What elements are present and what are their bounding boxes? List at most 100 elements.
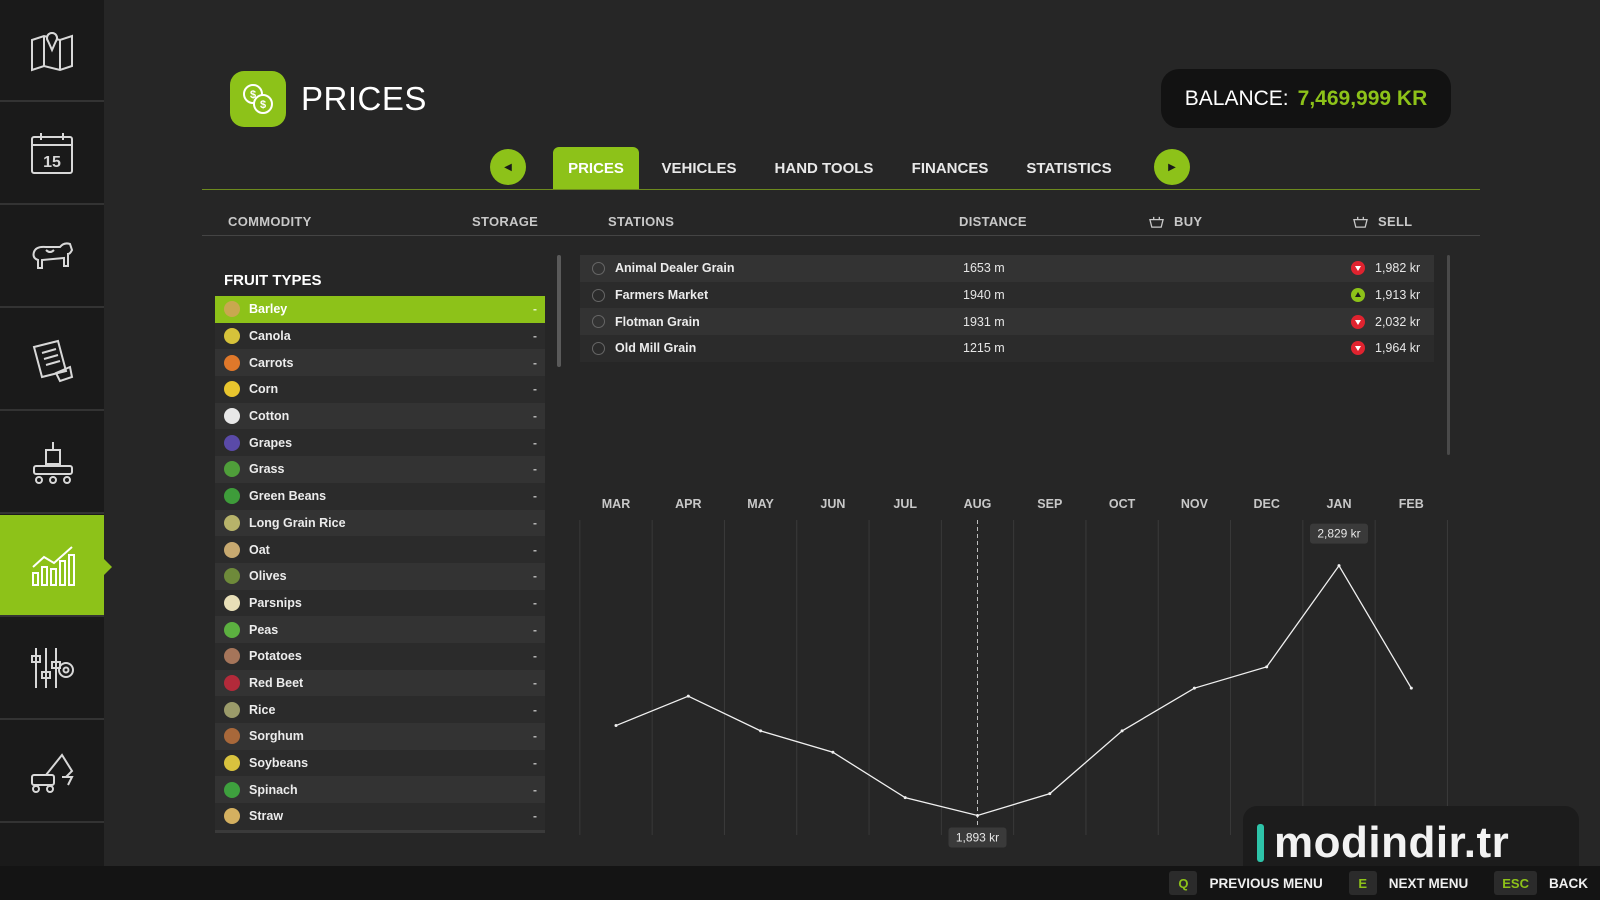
arrow-right-icon: ▶: [1168, 161, 1176, 173]
station-distance: 1931 m: [963, 314, 1005, 329]
sidebar-item-calendar[interactable]: 15: [0, 103, 104, 205]
sidebar-item-settings[interactable]: [0, 618, 104, 720]
location-pin-icon[interactable]: [592, 288, 605, 302]
back-label[interactable]: BACK: [1549, 876, 1588, 891]
station-sell-price: 2,032 kr: [1375, 314, 1421, 329]
fruit-name: Peas: [249, 622, 279, 637]
fruit-icon: [224, 755, 240, 772]
fruit-name: Corn: [249, 382, 279, 397]
next-tab-button[interactable]: ▶: [1154, 149, 1190, 185]
production-icon: [33, 442, 73, 484]
sidebar: 15: [0, 0, 112, 866]
fruit-row[interactable]: Olives -: [215, 562, 545, 590]
fruit-icon: [224, 514, 240, 531]
sidebar-item-animals[interactable]: [0, 206, 104, 308]
station-sell-price: 1,982 kr: [1375, 261, 1421, 276]
back-key[interactable]: ESC: [1494, 871, 1537, 895]
location-pin-icon[interactable]: [592, 341, 605, 355]
fruit-name: Cotton: [249, 409, 290, 424]
station-row[interactable]: Flotman Grain 1931 m 2,032 kr: [580, 308, 1434, 336]
tab-vehicles[interactable]: VEHICLES: [656, 147, 742, 189]
fruit-storage: -: [533, 569, 537, 584]
fruit-name: Sorghum: [249, 729, 304, 744]
fruit-row[interactable]: Oat -: [215, 536, 545, 563]
sidebar-item-construction[interactable]: [0, 721, 104, 823]
fruit-name: Potatoes: [249, 649, 302, 664]
fruit-row[interactable]: Rice -: [215, 696, 545, 723]
fruit-storage: -: [533, 756, 537, 771]
fruit-icon: [224, 808, 240, 825]
tab-finances[interactable]: FINANCES: [905, 147, 995, 189]
sell-label: SELL: [1378, 214, 1413, 229]
fruit-list-scrollbar[interactable]: [557, 255, 561, 367]
price-point: [686, 694, 690, 698]
fruit-icon: [224, 541, 240, 558]
price-history-chart: MAR APR MAY JUN JUL AUG SEP OCT NOV DEC JAN FEB 2,82…: [579, 497, 1448, 848]
column-header-buy: BUY: [1149, 214, 1202, 229]
sidebar-item-contracts[interactable]: [0, 309, 104, 411]
fruit-row[interactable]: Grapes -: [215, 429, 545, 457]
trend-up-icon: [1351, 288, 1365, 303]
fruit-row[interactable]: Cotton -: [215, 402, 545, 430]
fruit-row[interactable]: Soybeans -: [215, 749, 545, 777]
fruit-row[interactable]: Parsnips -: [215, 589, 545, 617]
fruit-row[interactable]: Green Beans -: [215, 482, 545, 510]
fruit-icon: [224, 648, 240, 665]
price-point: [1120, 729, 1124, 733]
previous-tab-button[interactable]: ◀: [490, 149, 526, 185]
fruit-row[interactable]: Canola -: [215, 322, 545, 350]
fruit-storage: -: [533, 595, 537, 610]
fruit-storage: -: [533, 382, 537, 397]
stations-scrollbar[interactable]: [1447, 255, 1450, 455]
fruit-row[interactable]: Straw -: [215, 803, 545, 830]
station-row[interactable]: Old Mill Grain 1215 m 1,964 kr: [580, 335, 1434, 362]
balance-display: BALANCE: 7,469,999 KR: [1161, 69, 1451, 128]
contracts-icon: [32, 339, 74, 383]
tab-hand-tools[interactable]: HAND TOOLS: [766, 147, 882, 189]
sidebar-item-map[interactable]: [0, 0, 104, 102]
station-sell-price: 1,964 kr: [1375, 341, 1421, 356]
previous-menu-key[interactable]: Q: [1169, 871, 1198, 895]
fruit-storage: -: [533, 622, 537, 637]
fruit-row[interactable]: Corn -: [215, 376, 545, 403]
next-menu-key[interactable]: E: [1348, 871, 1377, 895]
column-header-commodity: COMMODITY: [228, 214, 312, 229]
watermark-text: modindir.tr: [1274, 818, 1510, 867]
fruit-row[interactable]: Long Grain Rice -: [215, 509, 545, 537]
fruit-name: Olives: [249, 569, 287, 584]
price-point: [1409, 686, 1413, 690]
location-pin-icon[interactable]: [592, 315, 605, 329]
fruit-row[interactable]: Barley -: [215, 296, 545, 323]
fruit-types-heading: FRUIT TYPES: [224, 272, 322, 289]
station-row[interactable]: Farmers Market 1940 m 1,913 kr: [580, 281, 1434, 309]
tab-statistics[interactable]: STATISTICS: [1020, 147, 1118, 189]
sidebar-item-production[interactable]: [0, 412, 104, 514]
fruit-storage: -: [533, 435, 537, 450]
price-tooltip-label: 2,829 kr: [1317, 527, 1360, 541]
fruit-name: Grass: [249, 462, 285, 477]
watermark-accent: [1257, 824, 1264, 862]
station-row[interactable]: Animal Dealer Grain 1653 m 1,982 kr: [580, 255, 1434, 282]
fruit-row[interactable]: Grass -: [215, 456, 545, 483]
price-point: [1265, 665, 1269, 669]
fruit-row[interactable]: Sorghum -: [215, 723, 545, 750]
station-name: Farmers Market: [615, 288, 709, 303]
fruit-row[interactable]: Potatoes -: [215, 642, 545, 670]
sidebar-item-statistics[interactable]: [0, 515, 112, 617]
fruit-row[interactable]: Peas -: [215, 616, 545, 643]
previous-menu-label[interactable]: PREVIOUS MENU: [1209, 876, 1322, 891]
location-pin-icon[interactable]: [592, 261, 605, 275]
tab-prices[interactable]: PRICES: [553, 147, 639, 189]
fruit-row[interactable]: Carrots -: [215, 349, 545, 377]
fruit-icon: [224, 488, 240, 505]
active-indicator: [104, 559, 112, 575]
fruit-icon: [224, 381, 240, 398]
month-label: DEC: [1253, 497, 1279, 511]
month-label: AUG: [964, 497, 992, 511]
next-menu-label[interactable]: NEXT MENU: [1389, 876, 1469, 891]
fruit-row[interactable]: Red Beet -: [215, 669, 545, 697]
price-point: [759, 729, 763, 733]
month-label: NOV: [1181, 497, 1209, 511]
basket-icon: [1149, 216, 1164, 228]
fruit-row[interactable]: Spinach -: [215, 776, 545, 804]
